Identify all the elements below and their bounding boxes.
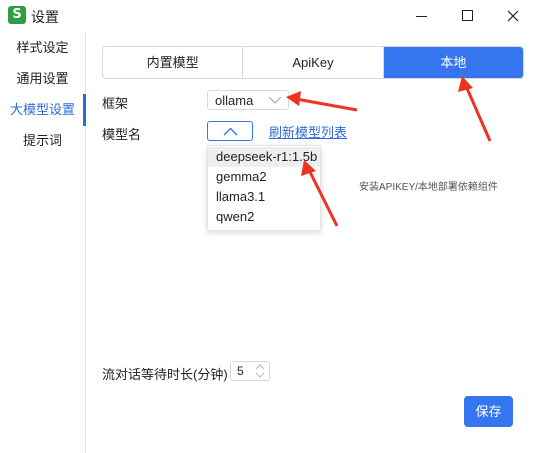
model-source-tabs: 内置模型 ApiKey 本地 (102, 46, 524, 79)
app-icon: S (8, 6, 26, 24)
model-option[interactable]: deepseek-r1:1.5b (208, 147, 320, 167)
sidebar: 样式设定 通用设置 大模型设置 提示词 (0, 32, 86, 453)
tab-local[interactable]: 本地 (383, 47, 523, 78)
framework-label: 框架 (102, 96, 129, 111)
sidebar-item-prompts[interactable]: 提示词 (0, 125, 85, 157)
model-option[interactable]: qwen2 (208, 207, 320, 227)
close-icon (507, 10, 519, 22)
chevron-up-icon (223, 127, 238, 136)
tab-apikey[interactable]: ApiKey (243, 47, 384, 78)
wait-time-stepper[interactable]: 5 (230, 361, 270, 381)
sidebar-active-indicator (83, 94, 86, 126)
framework-value: ollama (215, 93, 254, 108)
maximize-button[interactable] (444, 0, 490, 32)
sidebar-item-style[interactable]: 样式设定 (0, 32, 85, 64)
annotation-arrow (464, 85, 492, 142)
save-button[interactable]: 保存 (464, 396, 513, 427)
annotation-arrow (295, 97, 358, 112)
model-dropdown: deepseek-r1:1.5b gemma2 llama3.1 qwen2 (207, 145, 321, 231)
sidebar-item-llm[interactable]: 大模型设置 (0, 94, 85, 126)
wait-time-label: 流对话等待时长(分钟) (102, 367, 228, 382)
title-bar: S 设置 (0, 0, 537, 32)
refresh-model-list-link[interactable]: 刷新模型列表 (269, 122, 347, 141)
spinner-arrows-icon[interactable] (255, 364, 265, 378)
model-name-label: 模型名 (102, 127, 142, 142)
chevron-down-icon (268, 96, 282, 104)
model-option[interactable]: gemma2 (208, 167, 320, 187)
sidebar-item-general[interactable]: 通用设置 (0, 63, 85, 95)
dependency-hint: 安装APIKEY/本地部署依赖组件 (359, 182, 498, 193)
tab-builtin-model[interactable]: 内置模型 (103, 47, 244, 78)
window-title: 设置 (31, 9, 59, 25)
wait-time-value: 5 (237, 364, 244, 378)
framework-select[interactable]: ollama (207, 90, 289, 110)
minimize-button[interactable] (398, 0, 444, 32)
close-button[interactable] (490, 0, 536, 32)
model-select[interactable] (207, 121, 253, 141)
model-option[interactable]: llama3.1 (208, 187, 320, 207)
